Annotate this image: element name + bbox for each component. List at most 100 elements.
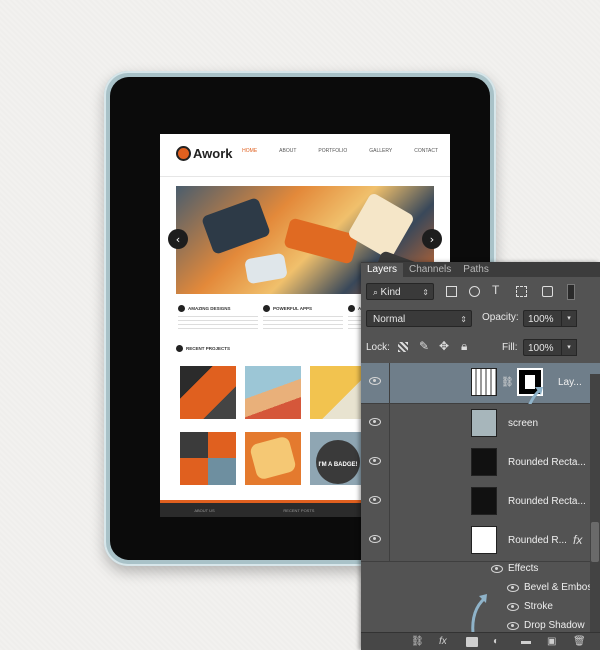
layer-thumbnail bbox=[471, 448, 497, 476]
check-icon bbox=[263, 305, 270, 312]
feature-title: AMAZING DESIGNS bbox=[188, 306, 231, 311]
layer-row[interactable]: Rounded Recta... bbox=[361, 443, 600, 484]
lock-position-move-icon[interactable]: ✥ bbox=[439, 339, 449, 353]
new-group-folder-icon[interactable]: ▬ bbox=[521, 636, 531, 647]
tab-layers[interactable]: Layers bbox=[361, 263, 404, 277]
layers-bottom-toolbar: ⛓ fx ◐ ▬ ▣ 🗑︎ bbox=[361, 632, 600, 650]
effect-name: Drop Shadow bbox=[524, 620, 585, 631]
scrollbar-thumb[interactable] bbox=[591, 522, 599, 562]
site-header: Awork HOME ABOUT PORTFOLIO GALLERY CONTA… bbox=[160, 134, 450, 177]
panel-tabs: Layers Channels Paths bbox=[361, 262, 600, 277]
opacity-label: Opacity: bbox=[482, 312, 519, 323]
layers-scrollbar[interactable] bbox=[590, 374, 600, 650]
fill-label: Fill: bbox=[502, 342, 518, 353]
fx-icon[interactable]: fx bbox=[573, 533, 582, 547]
lock-pixels-brush-icon[interactable]: ✎ bbox=[419, 339, 429, 353]
recent-projects-heading: RECENT PROJECTS bbox=[176, 345, 230, 352]
delete-layer-trash-icon[interactable]: 🗑︎ bbox=[573, 636, 586, 647]
type-filter-icon[interactable]: T bbox=[492, 283, 499, 297]
kind-filter-select[interactable]: ⌕ Kind ⇕ bbox=[366, 283, 434, 300]
tab-channels[interactable]: Channels bbox=[403, 263, 457, 277]
gear-icon bbox=[176, 345, 183, 352]
pixel-filter-icon[interactable] bbox=[446, 286, 457, 297]
portfolio-tile[interactable] bbox=[180, 366, 236, 419]
effect-name: Stroke bbox=[524, 601, 553, 612]
portfolio-tile[interactable] bbox=[180, 432, 236, 485]
layer-name: Rounded Recta... bbox=[508, 496, 586, 507]
new-adjustment-layer-icon[interactable]: ◐ bbox=[493, 636, 499, 647]
tab-paths[interactable]: Paths bbox=[457, 263, 495, 277]
link-chain-icon[interactable]: ⛓ bbox=[501, 377, 514, 388]
nav-about[interactable]: ABOUT bbox=[279, 148, 296, 154]
portfolio-tile-badge[interactable]: I'M A BADGE! bbox=[310, 432, 366, 485]
nav-home[interactable]: HOME bbox=[242, 148, 257, 154]
fill-value: 100% bbox=[528, 343, 554, 354]
logo-mark-icon bbox=[176, 146, 191, 161]
blend-mode-value: Normal bbox=[373, 314, 406, 325]
layer-row[interactable]: Rounded R... fx bbox=[361, 521, 600, 562]
eye-visibility-icon[interactable] bbox=[369, 457, 381, 465]
layer-thumbnail bbox=[471, 526, 497, 554]
eye-visibility-icon[interactable] bbox=[507, 622, 519, 630]
portfolio-tile[interactable] bbox=[245, 366, 301, 419]
recent-projects-label: RECENT PROJECTS bbox=[186, 346, 231, 351]
footer-recent-posts: RECENT POSTS bbox=[283, 507, 315, 513]
layer-name: Rounded Recta... bbox=[508, 457, 586, 468]
layer-thumbnail bbox=[471, 487, 497, 515]
footer-about: ABOUT US bbox=[194, 507, 215, 513]
logo-text: Awork bbox=[193, 146, 233, 161]
eye-visibility-icon[interactable] bbox=[369, 377, 381, 385]
lock-all-icon[interactable]: 🔒︎ bbox=[461, 339, 467, 354]
badge-text: I'M A BADGE! bbox=[318, 462, 358, 468]
add-layer-mask-icon[interactable] bbox=[466, 637, 478, 647]
opacity-dropdown-icon[interactable]: ▾ bbox=[561, 310, 577, 327]
nav-portfolio[interactable]: PORTFOLIO bbox=[318, 148, 347, 154]
fill-dropdown-icon[interactable]: ▾ bbox=[561, 339, 577, 356]
eye-visibility-icon[interactable] bbox=[507, 584, 519, 592]
layer-thumbnail bbox=[471, 368, 497, 396]
layer-row[interactable]: screen bbox=[361, 404, 600, 445]
eye-visibility-icon[interactable] bbox=[369, 418, 381, 426]
layers-panel: Layers Channels Paths ⌕ Kind ⇕ T Normal … bbox=[361, 262, 600, 650]
eye-visibility-icon[interactable] bbox=[369, 535, 381, 543]
effects-row[interactable]: Effects bbox=[361, 560, 600, 579]
feature-title: POWERFUL APPS bbox=[273, 306, 313, 311]
layer-row[interactable]: Rounded Recta... bbox=[361, 482, 600, 523]
eye-visibility-icon[interactable] bbox=[507, 603, 519, 611]
adjustment-filter-icon[interactable] bbox=[469, 286, 480, 297]
nav-contact[interactable]: CONTACT bbox=[414, 148, 438, 154]
shape-filter-icon[interactable] bbox=[516, 286, 527, 297]
kind-label: Kind bbox=[380, 287, 401, 298]
site-nav: HOME ABOUT PORTFOLIO GALLERY CONTACT bbox=[242, 148, 438, 154]
effects-label: Effects bbox=[508, 563, 539, 574]
check-icon bbox=[348, 305, 355, 312]
eye-visibility-icon[interactable] bbox=[369, 496, 381, 504]
blend-mode-select[interactable]: Normal ⇕ bbox=[366, 310, 472, 327]
portfolio-tile[interactable] bbox=[245, 432, 301, 485]
chevron-updown-icon: ⇕ bbox=[422, 288, 429, 297]
layer-row-selected[interactable]: ⛓ Lay... bbox=[361, 363, 600, 418]
feature-2: POWERFUL APPS bbox=[263, 305, 343, 332]
new-layer-icon[interactable]: ▣ bbox=[547, 636, 556, 647]
link-layers-icon[interactable]: ⛓ bbox=[411, 636, 424, 647]
callout-arrow-icon bbox=[471, 594, 487, 635]
chevron-updown-icon: ⇕ bbox=[460, 315, 467, 324]
slider-prev-icon[interactable]: ‹ bbox=[168, 229, 188, 249]
add-layer-style-fx-icon[interactable]: fx bbox=[439, 636, 447, 647]
effect-name: Bevel & Emboss bbox=[524, 582, 598, 593]
smart-object-filter-icon[interactable] bbox=[542, 286, 553, 297]
feature-1: AMAZING DESIGNS bbox=[178, 305, 258, 332]
nav-gallery[interactable]: GALLERY bbox=[369, 148, 392, 154]
portfolio-tile[interactable] bbox=[310, 366, 366, 419]
lock-transparent-icon[interactable] bbox=[398, 342, 408, 352]
eye-visibility-icon[interactable] bbox=[491, 565, 503, 573]
filter-toggle-icon[interactable] bbox=[567, 284, 575, 300]
slider-next-icon[interactable]: › bbox=[422, 229, 442, 249]
opacity-value: 100% bbox=[528, 314, 554, 325]
layer-thumbnail bbox=[471, 409, 497, 437]
layer-name: screen bbox=[508, 418, 539, 429]
layer-name: Lay... bbox=[558, 377, 582, 388]
check-icon bbox=[178, 305, 185, 312]
lock-label: Lock: bbox=[366, 342, 390, 353]
site-logo: Awork bbox=[176, 146, 233, 161]
